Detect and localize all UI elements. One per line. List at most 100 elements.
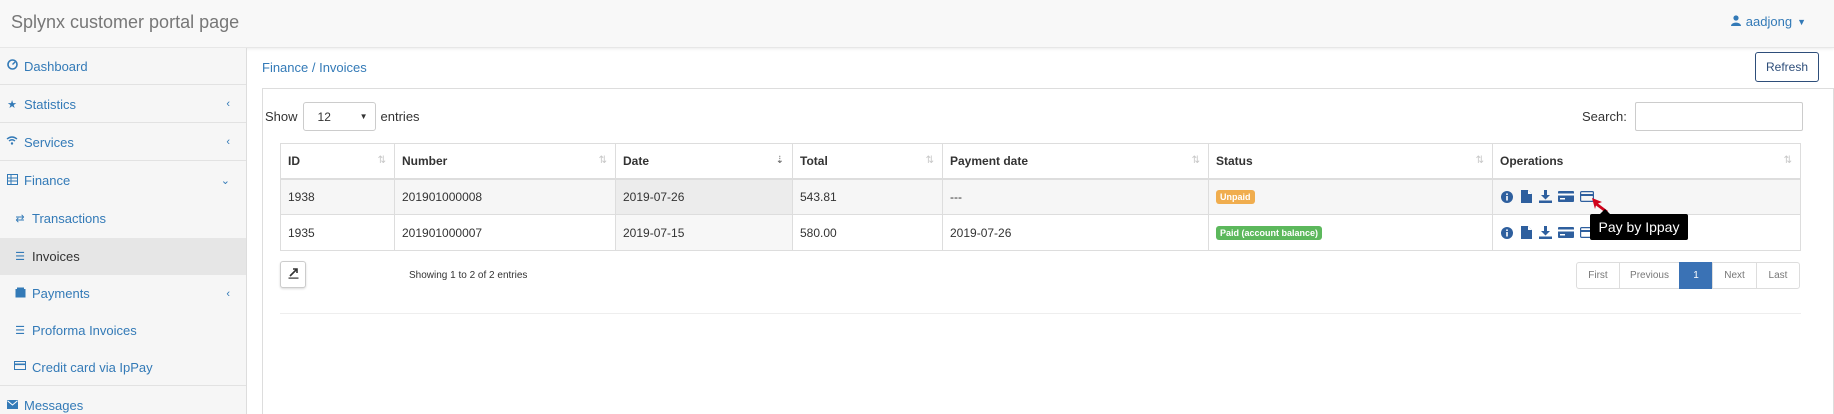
username: aadjong [1745, 14, 1793, 29]
envelope-icon [6, 399, 18, 412]
sidebar-item-label: Dashboard [24, 58, 88, 74]
sidebar-item-label: Finance [24, 173, 71, 188]
chevron-left-icon: ‹ [226, 98, 230, 110]
column-header-date[interactable]: Date ⇣ [615, 143, 793, 180]
search-input[interactable] [1634, 102, 1803, 131]
cell-payment-date: --- [942, 178, 1209, 215]
dashboard-icon [6, 59, 18, 73]
cell-operations [1492, 178, 1801, 215]
column-header-total[interactable]: Total ⇅ [792, 143, 943, 180]
pagination-previous[interactable]: Previous [1619, 262, 1680, 289]
show-label: Show [265, 109, 298, 124]
sidebar-item-label: Transactions [32, 211, 106, 226]
document-icon[interactable] [1519, 190, 1533, 204]
cell-number: 201901000007 [394, 214, 616, 251]
wifi-icon [6, 136, 18, 148]
download-icon[interactable] [1538, 226, 1552, 239]
cell-id: 1935 [280, 214, 395, 251]
column-header-id[interactable]: ID ⇅ [280, 143, 395, 180]
sort-desc-icon: ⇣ [775, 155, 784, 166]
search-control: Search: [1582, 102, 1803, 131]
cell-date: 2019-07-15 [615, 214, 793, 251]
column-header-operations[interactable]: Operations ⇅ [1492, 143, 1801, 180]
export-icon [288, 267, 299, 282]
pagination-first[interactable]: First [1576, 262, 1620, 289]
credit-card-icon [14, 361, 26, 373]
info-icon[interactable] [1500, 190, 1514, 203]
table-row: 1938 201901000008 2019-07-26 543.81 --- … [280, 178, 1801, 215]
sort-icon: ⇅ [925, 155, 934, 166]
cell-total: 543.81 [792, 178, 943, 215]
divider [280, 313, 1801, 314]
caret-down-icon: ▼ [1797, 16, 1806, 27]
cell-status: Unpaid [1208, 178, 1493, 215]
user-icon [1730, 14, 1741, 29]
sort-icon: ⇅ [1783, 155, 1792, 166]
sidebar-item-dashboard[interactable]: Dashboard [0, 48, 246, 85]
sidebar: Dashboard ★ Statistics ‹ Services ‹ Fina… [0, 48, 247, 414]
transfer-icon: ⇄ [15, 213, 25, 225]
star-icon: ★ [7, 98, 17, 111]
list-icon: ☰ [15, 325, 25, 337]
table-header-row: ID ⇅ Number ⇅ Date ⇣ Total ⇅ Payment date ⇅ S… [280, 143, 1801, 180]
user-menu[interactable]: aadjong ▼ [1730, 14, 1806, 29]
sidebar-item-transactions[interactable]: ⇄ Transactions [0, 200, 246, 237]
payments-icon [14, 287, 26, 301]
breadcrumb[interactable]: Finance / Invoices [262, 60, 367, 75]
column-header-payment-date[interactable]: Payment date ⇅ [942, 143, 1209, 180]
sidebar-item-label: Credit card via IpPay [32, 359, 153, 375]
sidebar-item-credit-card[interactable]: Credit card via IpPay [0, 349, 246, 386]
caret-down-icon: ▼ [359, 112, 368, 121]
sidebar-item-messages[interactable]: Messages [0, 387, 246, 414]
sidebar-item-statistics[interactable]: ★ Statistics ‹ [0, 86, 246, 123]
download-icon[interactable] [1538, 190, 1552, 204]
cell-date: 2019-07-26 [615, 178, 793, 215]
status-badge: Unpaid [1216, 190, 1255, 205]
chevron-left-icon: ‹ [226, 287, 230, 300]
entries-label: entries [380, 109, 420, 124]
invoices-table: ID ⇅ Number ⇅ Date ⇣ Total ⇅ Payment date ⇅ S… [280, 143, 1801, 251]
sidebar-item-finance[interactable]: Finance ⌄ [0, 162, 246, 199]
list-icon: ☰ [15, 251, 25, 263]
invoices-panel [262, 88, 1834, 414]
chevron-left-icon: ‹ [226, 136, 230, 148]
sidebar-item-invoices[interactable]: ☰ Invoices [0, 238, 246, 275]
status-badge: Paid (account balance) [1216, 226, 1323, 240]
sort-icon: ⇅ [1191, 155, 1200, 166]
table-info: Showing 1 to 2 of 2 entries [409, 270, 528, 281]
sidebar-item-label: Payments [32, 286, 90, 301]
cell-status: Paid (account balance) [1208, 214, 1493, 251]
finance-icon [6, 173, 18, 188]
sidebar-item-label: Statistics [24, 96, 77, 112]
table-row: 1935 201901000007 2019-07-15 580.00 2019… [280, 214, 1801, 251]
sidebar-item-proforma-invoices[interactable]: ☰ Proforma Invoices [0, 312, 246, 349]
sidebar-item-label: Invoices [32, 249, 80, 264]
export-button[interactable] [280, 261, 306, 288]
sidebar-item-label: Messages [24, 398, 84, 413]
app-title[interactable]: Splynx customer portal page [11, 12, 239, 33]
chevron-down-icon: ⌄ [220, 175, 230, 187]
column-header-status[interactable]: Status ⇅ [1208, 143, 1493, 180]
entries-select-value: 12 [317, 109, 331, 124]
credit-card-icon[interactable] [1557, 226, 1574, 239]
pagination-next[interactable]: Next [1712, 262, 1757, 289]
top-navbar: Splynx customer portal page aadjong ▼ [0, 0, 1834, 48]
sidebar-item-payments[interactable]: Payments ‹ [0, 275, 246, 312]
cell-total: 580.00 [792, 214, 943, 251]
sidebar-item-label: Services [24, 134, 74, 150]
entries-select[interactable]: 12 ▼ [302, 102, 376, 131]
refresh-button[interactable]: Refresh [1755, 52, 1819, 82]
sidebar-item-label: Proforma Invoices [32, 323, 137, 338]
sidebar-item-services[interactable]: Services ‹ [0, 124, 246, 161]
credit-card-icon[interactable] [1557, 190, 1574, 203]
pagination-last[interactable]: Last [1756, 262, 1800, 289]
pagination-page-1[interactable]: 1 [1679, 262, 1713, 289]
document-icon[interactable] [1519, 226, 1533, 239]
info-icon[interactable] [1500, 226, 1514, 239]
cell-id: 1938 [280, 178, 395, 215]
pagination: First Previous 1 Next Last [1576, 262, 1800, 289]
tooltip: Pay by Ippay [1590, 209, 1688, 240]
column-header-number[interactable]: Number ⇅ [394, 143, 616, 180]
cell-payment-date: 2019-07-26 [942, 214, 1209, 251]
cell-number: 201901000008 [394, 178, 616, 215]
